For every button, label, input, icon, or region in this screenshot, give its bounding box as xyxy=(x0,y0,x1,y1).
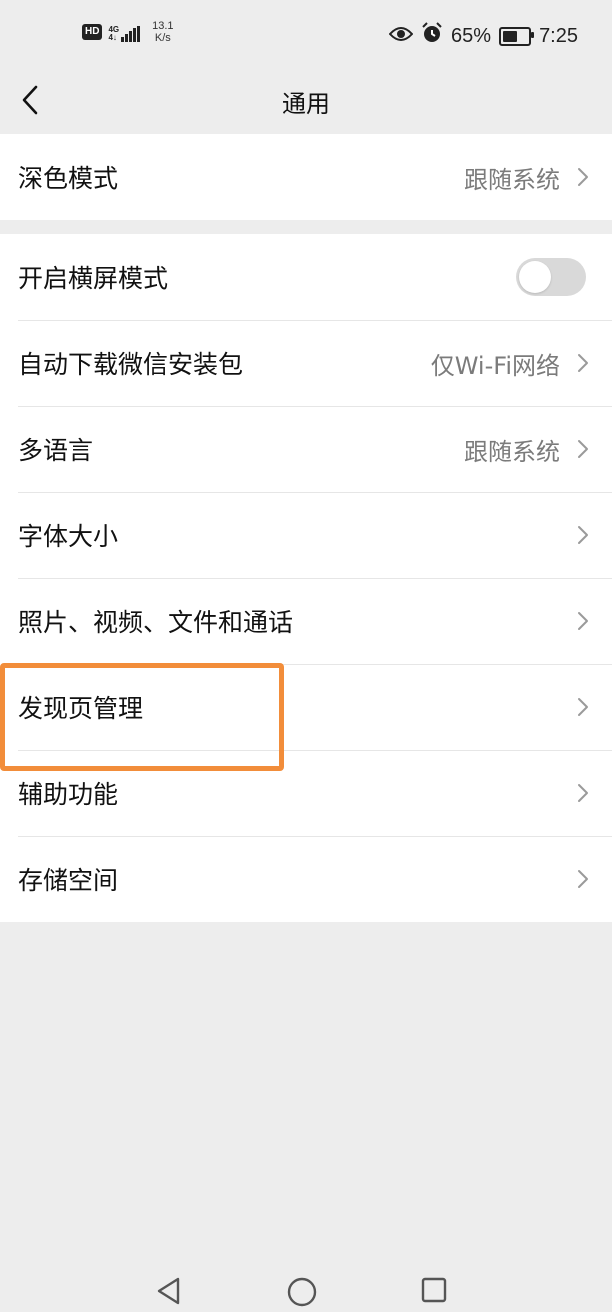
setting-label: 存储空间 xyxy=(18,866,119,895)
setting-label: 辅助功能 xyxy=(18,780,119,809)
setting-value: 跟随系统 xyxy=(464,437,560,466)
setting-label: 开启横屏模式 xyxy=(18,264,169,293)
setting-font-size[interactable]: 字体大小 xyxy=(0,492,612,578)
battery-percent: 65% xyxy=(451,24,492,47)
status-bar: HD 4G 4↓ 13.1 K/s 65% 7:25 xyxy=(0,0,612,70)
toggle-knob xyxy=(519,261,551,293)
network-speed: 13.1 K/s xyxy=(152,20,173,44)
setting-media-files-calls[interactable]: 照片、视频、文件和通话 xyxy=(0,578,612,664)
page-title: 通用 xyxy=(282,90,330,118)
chevron-right-icon xyxy=(572,438,594,460)
setting-label: 照片、视频、文件和通话 xyxy=(18,608,294,637)
setting-label: 多语言 xyxy=(18,436,94,465)
setting-value: 仅Wi-Fi网络 xyxy=(430,351,560,380)
chevron-right-icon xyxy=(572,352,594,374)
setting-label: 发现页管理 xyxy=(18,694,144,723)
chevron-right-icon xyxy=(572,610,594,632)
setting-label: 深色模式 xyxy=(18,164,119,193)
setting-language[interactable]: 多语言 跟随系统 xyxy=(0,406,612,492)
network-activity: 4↓ xyxy=(108,33,117,42)
system-navigation-bar xyxy=(0,1262,612,1307)
clock-time: 7:25 xyxy=(539,24,578,47)
setting-landscape-mode: 开启横屏模式 xyxy=(0,234,612,320)
chevron-right-icon xyxy=(572,782,594,804)
alarm-icon xyxy=(421,22,443,50)
setting-accessibility[interactable]: 辅助功能 xyxy=(0,750,612,836)
network-speed-value: 13.1 xyxy=(152,20,174,32)
setting-discover-management[interactable]: 发现页管理 xyxy=(0,664,612,750)
setting-value: 跟随系统 xyxy=(464,165,560,194)
setting-storage[interactable]: 存储空间 xyxy=(0,836,612,922)
signal-bars-icon xyxy=(121,26,141,42)
setting-dark-mode[interactable]: 深色模式 跟随系统 xyxy=(0,134,612,220)
back-triangle-icon[interactable] xyxy=(154,1276,184,1310)
hd-badge: HD xyxy=(82,24,103,40)
eye-icon xyxy=(388,25,414,48)
chevron-right-icon xyxy=(572,868,594,890)
settings-group-general: 开启横屏模式 自动下载微信安装包 仅Wi-Fi网络 多语言 跟随系统 字体大小 … xyxy=(0,234,612,922)
home-circle-icon[interactable] xyxy=(286,1276,318,1312)
landscape-toggle[interactable] xyxy=(516,258,586,296)
signal-indicator: 4G 4↓ xyxy=(108,22,141,42)
status-left: HD 4G 4↓ 13.1 K/s xyxy=(82,20,174,44)
setting-label: 字体大小 xyxy=(18,522,119,551)
network-speed-unit: K/s xyxy=(154,32,171,44)
setting-label: 自动下载微信安装包 xyxy=(18,350,244,379)
chevron-right-icon xyxy=(572,524,594,546)
setting-auto-download[interactable]: 自动下载微信安装包 仅Wi-Fi网络 xyxy=(0,320,612,406)
battery-icon xyxy=(499,26,535,46)
chevron-right-icon xyxy=(572,696,594,718)
status-right: 65% 7:25 xyxy=(388,22,578,50)
settings-group-display: 深色模式 跟随系统 xyxy=(0,134,612,220)
recents-square-icon[interactable] xyxy=(420,1276,448,1308)
header: 通用 xyxy=(0,70,612,134)
chevron-right-icon xyxy=(572,166,594,188)
